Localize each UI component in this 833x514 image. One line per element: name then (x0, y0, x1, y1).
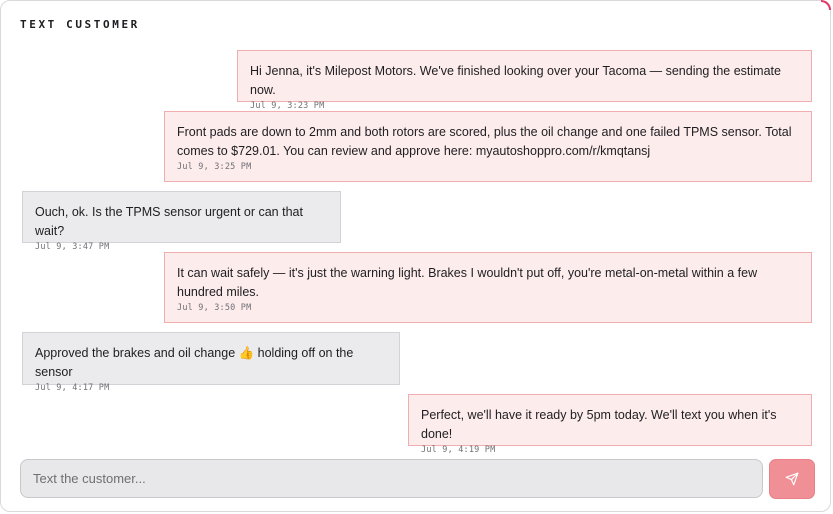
message-bubble-outgoing: Perfect, we'll have it ready by 5pm toda… (408, 394, 812, 455)
message-bubble-outgoing: It can wait safely — it's just the warni… (164, 252, 812, 323)
message-text: It can wait safely — it's just the warni… (177, 266, 758, 299)
send-button[interactable] (769, 459, 815, 499)
message-bubble-incoming: Ouch, ok. Is the TPMS sensor urgent or c… (22, 191, 341, 252)
panel-title: TEXT CUSTOMER (20, 18, 140, 31)
message-text: Front pads are down to 2mm and both roto… (177, 125, 792, 158)
message-timestamp: Jul 9, 3:25 PM (177, 162, 252, 172)
text-customer-panel: TEXT CUSTOMER Hi Jenna, it's Milepost Mo… (0, 0, 831, 512)
message-text: Ouch, ok. Is the TPMS sensor urgent or c… (35, 205, 303, 238)
message-timestamp: Jul 9, 4:19 PM (421, 445, 496, 455)
send-icon (785, 472, 799, 486)
message-input[interactable] (20, 459, 763, 498)
message-bubble-outgoing: Front pads are down to 2mm and both roto… (164, 111, 812, 182)
panel-corner-accent (821, 0, 831, 10)
message-timestamp: Jul 9, 3:50 PM (177, 303, 252, 313)
message-timestamp: Jul 9, 4:17 PM (35, 383, 110, 393)
message-text: Perfect, we'll have it ready by 5pm toda… (421, 408, 777, 441)
message-text: Approved the brakes and oil change 👍 hol… (35, 346, 354, 379)
message-timestamp: Jul 9, 3:23 PM (250, 101, 325, 111)
message-timestamp: Jul 9, 3:47 PM (35, 242, 110, 252)
message-bubble-outgoing: Hi Jenna, it's Milepost Motors. We've fi… (237, 50, 812, 111)
message-bubble-incoming: Approved the brakes and oil change 👍 hol… (22, 332, 400, 393)
message-text: Hi Jenna, it's Milepost Motors. We've fi… (250, 64, 781, 97)
